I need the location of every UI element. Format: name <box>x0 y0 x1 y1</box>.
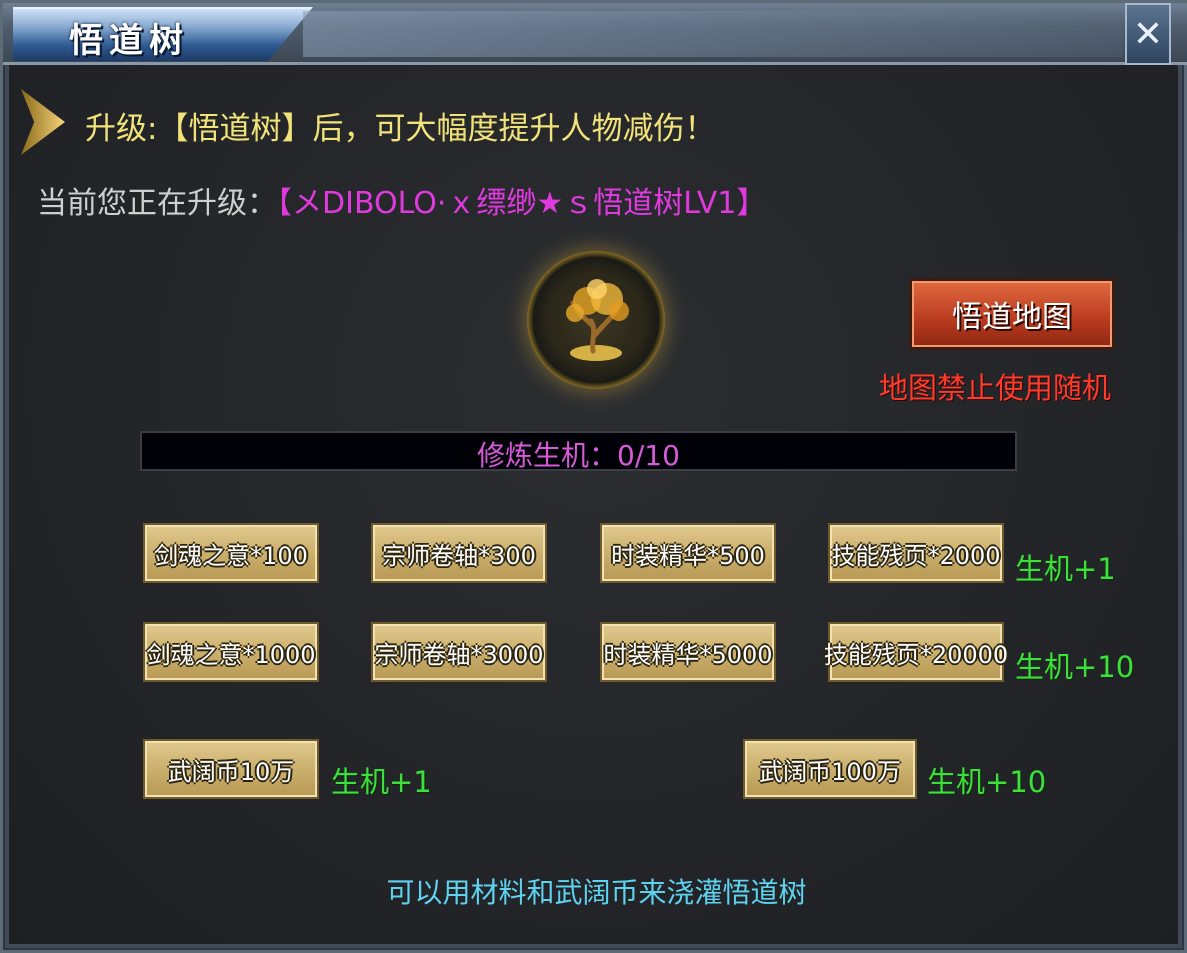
close-button[interactable]: ✕ <box>1125 3 1171 65</box>
row1-reward: 生机+1 <box>1015 552 1116 586</box>
golden-tree-icon <box>527 251 665 389</box>
item-button-skill-page-2000[interactable]: 技能残页*2000 <box>828 523 1004 583</box>
item-button-fashion-essence-500[interactable]: 时装精华*500 <box>600 523 776 583</box>
map-button[interactable]: 悟道地图 <box>909 278 1115 350</box>
coin-button-100k[interactable]: 武阔币10万 <box>143 739 319 799</box>
hint-text: 可以用材料和武阔币来浇灌悟道树 <box>386 876 807 909</box>
arrow-right-icon <box>21 89 65 155</box>
item-button-master-scroll-3000[interactable]: 宗师卷轴*3000 <box>371 622 547 682</box>
current-upgrade-label: 当前您正在升级： <box>37 186 277 221</box>
coin-button-1m[interactable]: 武阔币100万 <box>743 739 917 799</box>
current-upgrade-line: 当前您正在升级：【メDIBOLO·ｘ缥缈★ｓ悟道树LV1】 <box>37 178 766 222</box>
title-decoration <box>303 11 1123 57</box>
item-button-sword-soul-100[interactable]: 剑魂之意*100 <box>143 523 319 583</box>
upgrade-panel: 悟道树 ✕ 升级:【悟道树】后，可大幅度提升人物减伤！ 当前您正在升级：【メDI… <box>0 0 1187 953</box>
coin-large-reward: 生机+10 <box>927 765 1047 799</box>
item-button-fashion-essence-5000[interactable]: 时装精华*5000 <box>600 622 776 682</box>
row2-reward: 生机+10 <box>1015 650 1135 684</box>
progress-label: 修炼生机：0/10 <box>477 439 680 472</box>
map-warning: 地图禁止使用随机 <box>879 371 1112 405</box>
coin-small-reward: 生机+1 <box>331 765 432 799</box>
item-button-sword-soul-1000[interactable]: 剑魂之意*1000 <box>143 622 319 682</box>
item-button-skill-page-20000[interactable]: 技能残页*20000 <box>824 622 1008 682</box>
item-button-master-scroll-300[interactable]: 宗师卷轴*300 <box>371 523 547 583</box>
cultivation-progress-bar: 修炼生机：0/10 <box>140 431 1017 472</box>
window-title: 悟道树 <box>69 21 189 61</box>
current-upgrade-target: 【メDIBOLO·ｘ缥缈★ｓ悟道树LV1】 <box>277 186 767 221</box>
upgrade-description: 升级:【悟道树】后，可大幅度提升人物减伤！ <box>85 111 716 147</box>
title-bar: 悟道树 ✕ <box>3 3 1187 65</box>
close-icon: ✕ <box>1132 13 1164 55</box>
